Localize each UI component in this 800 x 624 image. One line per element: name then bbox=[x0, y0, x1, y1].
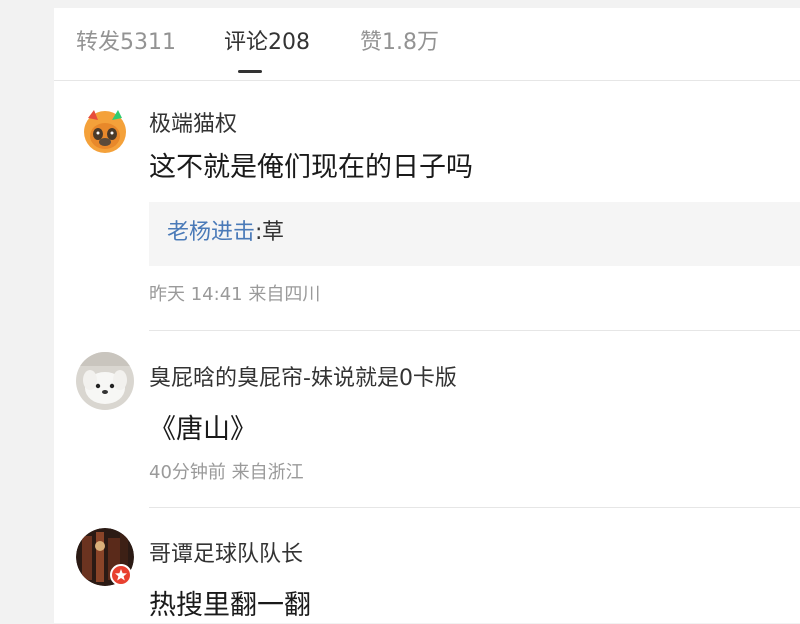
comment-username[interactable]: 臭屁晗的臭屁帘-妹说就是0卡版 bbox=[149, 364, 457, 394]
comment-username[interactable]: 极端猫权 bbox=[149, 110, 237, 140]
reply-text: 草 bbox=[262, 220, 285, 245]
dark-photo-avatar[interactable] bbox=[76, 528, 134, 586]
comment-divider bbox=[149, 330, 800, 331]
comment-text: 这不就是俺们现在的日子吗 bbox=[149, 152, 473, 183]
white-dog-avatar[interactable] bbox=[76, 352, 134, 410]
comment-meta: 40分钟前 来自浙江 bbox=[149, 462, 304, 483]
star-badge-icon bbox=[110, 564, 132, 586]
active-tab-indicator bbox=[238, 70, 262, 73]
reply-author-link[interactable]: 老杨进击 bbox=[167, 218, 255, 248]
tab-comment[interactable]: 评论208 bbox=[224, 28, 310, 58]
tab-like[interactable]: 赞1.8万 bbox=[360, 28, 439, 58]
comment-panel: 转发5311 评论208 赞1.8万 极端猫权 这不就是俺们现在的日子吗 老杨进… bbox=[54, 8, 800, 623]
comment-divider bbox=[149, 507, 800, 508]
comment-text: 热搜里翻一翻 bbox=[149, 590, 311, 621]
comment-meta: 昨天 14:41 来自四川 bbox=[149, 284, 321, 305]
comment-text: 《唐山》 bbox=[149, 414, 257, 445]
reply-box: 老杨进击 : 草 bbox=[149, 202, 800, 266]
comment-username[interactable]: 哥谭足球队队长 bbox=[149, 540, 303, 570]
tab-bar: 转发5311 评论208 赞1.8万 bbox=[54, 8, 800, 81]
tab-repost[interactable]: 转发5311 bbox=[76, 28, 176, 58]
orange-cat-avatar[interactable] bbox=[76, 100, 134, 158]
